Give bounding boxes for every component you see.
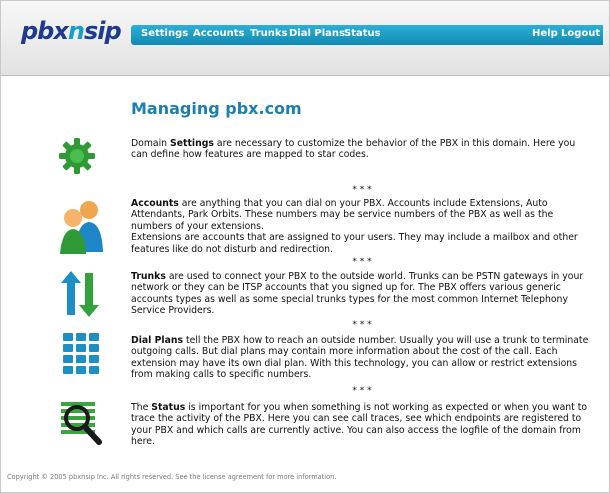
settings-text-before: Domain: [131, 138, 171, 149]
logo-part-3: sip: [83, 17, 122, 45]
settings-term: Settings: [170, 138, 214, 149]
nav-logout[interactable]: Logout: [561, 28, 600, 39]
dial-plans-text: tell the PBX how to reach an outside num…: [131, 335, 589, 381]
logo[interactable]: pbxnsip: [21, 17, 122, 45]
nav-status[interactable]: Status: [344, 28, 381, 39]
separator: * * *: [352, 257, 372, 267]
settings-section: Domain Settings are necessary to customi…: [131, 138, 593, 161]
logo-part-1: pbx: [21, 17, 69, 45]
separator: * * *: [352, 386, 372, 396]
trunks-section: Trunks are used to connect your PBX to t…: [131, 271, 593, 317]
keypad-icon[interactable]: [63, 333, 101, 377]
magnifier-icon[interactable]: [61, 401, 105, 447]
logo-part-2: n: [67, 17, 85, 45]
page-title: Managing pbx.com: [131, 99, 302, 118]
settings-description: Domain Settings are necessary to customi…: [131, 138, 593, 161]
dial-plans-term: Dial Plans: [131, 335, 184, 346]
nav-accounts[interactable]: Accounts: [193, 28, 244, 39]
status-section: The Status is important for you when som…: [131, 402, 593, 448]
gear-icon[interactable]: [57, 136, 97, 176]
accounts-section: Accounts are anything that you can dial …: [131, 198, 593, 255]
page-frame: pbxnsip Settings Accounts Trunks Dial Pl…: [0, 0, 610, 493]
dial-plans-description: Dial Plans tell the PBX how to reach an …: [131, 335, 593, 381]
accounts-description: Accounts are anything that you can dial …: [131, 198, 593, 232]
footer-copyright: Copyright © 2005 pbxnsip Inc. All rights…: [7, 473, 337, 481]
separator: * * *: [352, 320, 372, 330]
nav-dial-plans[interactable]: Dial Plans: [289, 28, 345, 39]
nav-settings[interactable]: Settings: [141, 28, 188, 39]
status-description: The Status is important for you when som…: [131, 402, 593, 448]
accounts-term: Accounts: [131, 198, 179, 209]
accounts-extensions-description: Extensions are accounts that are assigne…: [131, 232, 578, 255]
users-icon[interactable]: [59, 198, 105, 256]
status-text-before: The: [131, 402, 152, 413]
trunks-term: Trunks: [131, 271, 166, 282]
dial-plans-section: Dial Plans tell the PBX how to reach an …: [131, 335, 593, 381]
arrows-icon[interactable]: [61, 271, 101, 317]
status-text: is important for you when something is n…: [131, 402, 588, 448]
accounts-text: are anything that you can dial on your P…: [131, 198, 554, 232]
header: pbxnsip Settings Accounts Trunks Dial Pl…: [1, 1, 609, 76]
trunks-description: Trunks are used to connect your PBX to t…: [131, 271, 593, 317]
main-nav: Settings Accounts Trunks Dial Plans Stat…: [131, 25, 603, 45]
nav-help[interactable]: Help: [532, 28, 558, 39]
separator: * * *: [352, 185, 372, 195]
nav-trunks[interactable]: Trunks: [250, 28, 288, 39]
trunks-text: are used to connect your PBX to the outs…: [131, 271, 584, 317]
status-term: Status: [151, 402, 186, 413]
